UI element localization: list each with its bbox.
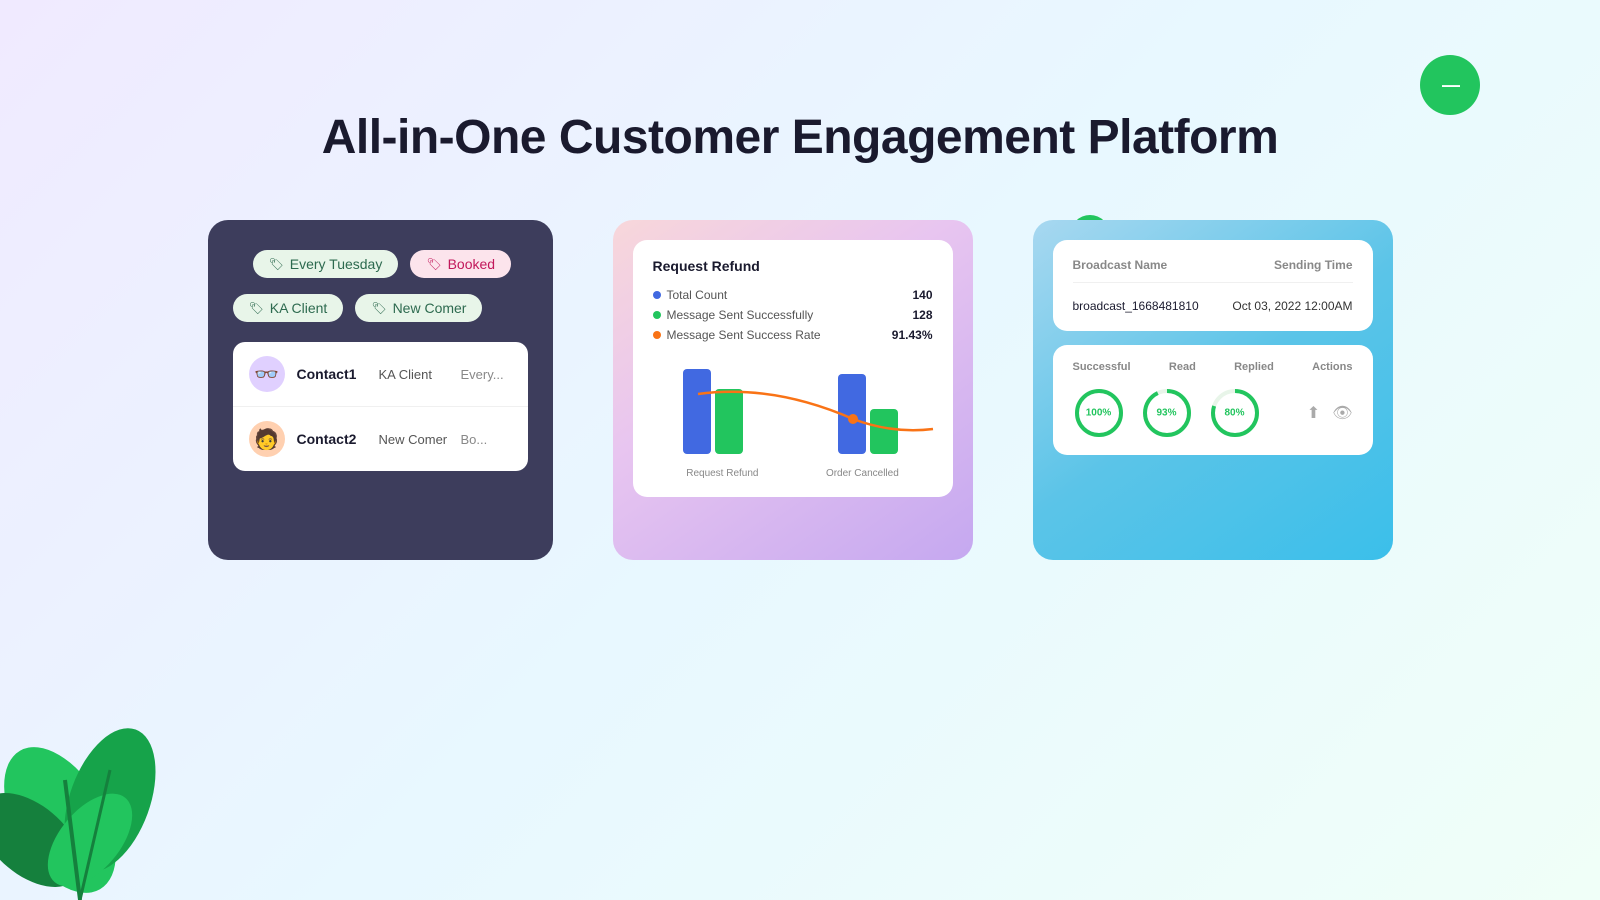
tag-every-tuesday[interactable]: 🏷 Every Tuesday (253, 250, 399, 278)
chart-label-order-cancelled: Order Cancelled (826, 468, 899, 479)
broadcast-col2-header: Sending Time (1274, 258, 1352, 272)
chart-title: Request Refund (653, 258, 933, 274)
dot-orange (653, 331, 661, 339)
tag-ka-client[interactable]: 🏷 KA Client (233, 294, 344, 322)
circle-label-80: 80% (1224, 408, 1244, 419)
stat-label: Total Count (667, 288, 728, 302)
bar-chart-svg (653, 354, 963, 464)
chart-stat-row: Message Sent Success Rate 91.43% (653, 328, 933, 342)
circular-progress-read: 93% (1141, 387, 1193, 439)
contact-name: Contact2 (297, 431, 367, 447)
circle-container: 80% (1209, 387, 1261, 439)
broadcast-header: Broadcast Name Sending Time (1073, 258, 1353, 283)
stat-label-group: Total Count (653, 288, 728, 302)
stat-label: Message Sent Success Rate (667, 328, 821, 342)
card-broadcast: Broadcast Name Sending Time broadcast_16… (1033, 220, 1393, 560)
stat-label-group: Message Sent Successfully (653, 308, 814, 322)
stat-value: 91.43% (892, 328, 933, 342)
circle-container: 93% (1141, 387, 1193, 439)
stats-col-replied: Replied (1234, 361, 1274, 373)
stats-inner: Successful Read Replied Actions 100% (1053, 345, 1373, 455)
tag-icon: 🏷 (249, 301, 264, 315)
stat-label-group: Message Sent Success Rate (653, 328, 821, 342)
chart-label-request-refund: Request Refund (686, 468, 758, 479)
stats-col-read: Read (1169, 361, 1196, 373)
circle-label-100: 100% (1086, 408, 1112, 419)
contact-extra: Bo... (461, 432, 488, 447)
contact-tag: KA Client (379, 367, 449, 382)
tag-icon: 🏷 (371, 301, 386, 315)
chart-stat-row: Message Sent Successfully 128 (653, 308, 933, 322)
broadcast-inner: Broadcast Name Sending Time broadcast_16… (1053, 240, 1373, 331)
cards-container: 🏷 Every Tuesday 🏷 Booked 🏷 KA Client 🏷 N… (0, 220, 1600, 560)
broadcast-name: broadcast_1668481810 (1073, 299, 1199, 313)
avatar: 👓 (249, 356, 285, 392)
chart-labels: Request Refund Order Cancelled (653, 468, 933, 479)
chart-svg-area (653, 354, 933, 464)
contact-extra: Every... (461, 367, 504, 382)
deco-circle-large (1420, 55, 1480, 115)
dot-green (653, 311, 661, 319)
contact-tag: New Comer (379, 432, 449, 447)
upload-icon[interactable]: ⬆ (1307, 403, 1320, 423)
stats-values: 100% 93% (1073, 387, 1353, 439)
stats-header: Successful Read Replied Actions (1073, 361, 1353, 373)
circle-label-93: 93% (1156, 408, 1176, 419)
stats-col-successful: Successful (1073, 361, 1131, 373)
tag-icon: 🏷 (269, 257, 284, 271)
stat-value: 140 (912, 288, 932, 302)
stat-value: 128 (912, 308, 932, 322)
avatar: 🧑 (249, 421, 285, 457)
tags-row-1: 🏷 Every Tuesday 🏷 Booked (233, 250, 528, 278)
stats-actions: ⬆ 👁 (1307, 403, 1353, 423)
broadcast-time: Oct 03, 2022 12:00AM (1232, 299, 1352, 313)
circular-progress-replied: 80% (1209, 387, 1261, 439)
circle-container: 100% (1073, 387, 1125, 439)
circular-progress-successful: 100% (1073, 387, 1125, 439)
page-title: All-in-One Customer Engagement Platform (0, 0, 1600, 165)
stats-col-actions: Actions (1312, 361, 1352, 373)
stat-label: Message Sent Successfully (667, 308, 814, 322)
tags-row-2: 🏷 KA Client 🏷 New Comer (233, 294, 528, 322)
contact-name: Contact1 (297, 366, 367, 382)
table-row[interactable]: 🧑 Contact2 New Comer Bo... (233, 407, 528, 471)
dot-blue (653, 291, 661, 299)
broadcast-col1-header: Broadcast Name (1073, 258, 1168, 272)
tag-booked[interactable]: 🏷 Booked (410, 250, 511, 278)
table-row[interactable]: 👓 Contact1 KA Client Every... (233, 342, 528, 407)
card-chart: Request Refund Total Count 140 Message S… (613, 220, 973, 560)
chart-stat-row: Total Count 140 (653, 288, 933, 302)
tag-new-comer[interactable]: 🏷 New Comer (355, 294, 482, 322)
broadcast-row[interactable]: broadcast_1668481810 Oct 03, 2022 12:00A… (1073, 299, 1353, 313)
eye-icon[interactable]: 👁 (1332, 403, 1352, 423)
chart-inner: Request Refund Total Count 140 Message S… (633, 240, 953, 497)
tag-icon: 🏷 (426, 257, 441, 271)
card-contacts: 🏷 Every Tuesday 🏷 Booked 🏷 KA Client 🏷 N… (208, 220, 553, 560)
plant-decoration (0, 640, 210, 900)
contacts-list: 👓 Contact1 KA Client Every... 🧑 Contact2… (233, 342, 528, 471)
